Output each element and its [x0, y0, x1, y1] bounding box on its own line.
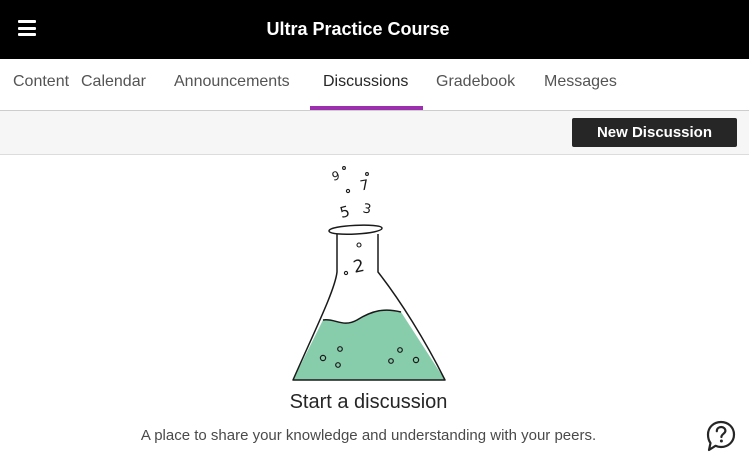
tab-announcements[interactable]: Announcements: [174, 59, 290, 110]
tab-discussions[interactable]: Discussions: [323, 59, 408, 110]
tab-content[interactable]: Content: [13, 59, 69, 110]
course-title: Ultra Practice Course: [266, 19, 450, 39]
empty-state-title: Start a discussion: [289, 391, 448, 413]
top-bar: Ultra Practice Course: [0, 0, 749, 59]
flask-icon: 2 5 3 7 9: [292, 166, 446, 381]
svg-text:9: 9: [330, 168, 341, 184]
tab-calendar[interactable]: Calendar: [81, 59, 146, 110]
svg-text:7: 7: [359, 177, 371, 194]
tab-gradebook[interactable]: Gradebook: [436, 59, 515, 110]
course-tabs: Content Calendar Announcements Discussio…: [0, 59, 749, 111]
new-discussion-button[interactable]: New Discussion: [572, 118, 737, 147]
help-question-icon[interactable]: [706, 420, 736, 452]
svg-text:5: 5: [338, 202, 352, 222]
active-tab-indicator: [310, 106, 423, 110]
tab-messages[interactable]: Messages: [544, 59, 617, 110]
hamburger-menu-icon[interactable]: [16, 18, 38, 38]
svg-text:2: 2: [351, 256, 366, 278]
empty-state-subtitle: A place to share your knowledge and unde…: [140, 427, 597, 444]
svg-text:3: 3: [361, 201, 372, 217]
